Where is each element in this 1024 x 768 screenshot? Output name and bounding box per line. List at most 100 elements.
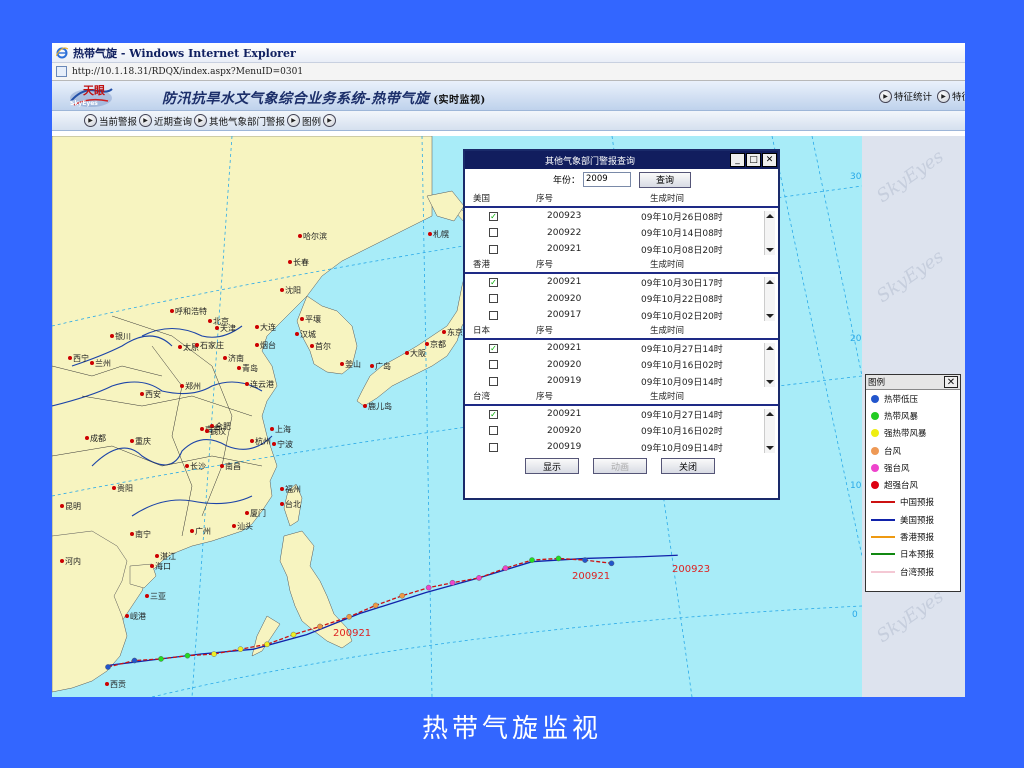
address-url[interactable]: http://10.1.18.31/RDQX/index.aspx?MenuID… [72, 67, 303, 77]
row-checkbox[interactable] [489, 376, 498, 386]
alert-query-dialog: 其他气象部门警报查询 _ □ ✕ 年份： 2009 查询 美国 序号 生成时间 ✓ 20… [463, 149, 780, 500]
track-point[interactable] [425, 584, 432, 591]
stat-button[interactable]: ▶ 特征统计 [879, 89, 932, 103]
legend-item: 超强台风 [866, 476, 960, 493]
city-dot [215, 326, 219, 330]
scrollbar[interactable] [764, 277, 775, 321]
agency-name: 日本 [473, 326, 491, 336]
row-time: 09年10月09日14时 [641, 443, 723, 454]
city-dot [300, 317, 304, 321]
track-point[interactable] [399, 592, 405, 599]
animate-button[interactable]: 动画 [593, 458, 647, 474]
track-point[interactable] [555, 555, 562, 562]
query-button[interactable]: 查询 [639, 171, 692, 188]
row-checkbox[interactable]: ✓ [489, 343, 498, 353]
system-name: 防汛抗旱水文气象综合业务系统-热带气旋 [162, 91, 430, 107]
city-label: 大连 [260, 322, 276, 332]
list-item[interactable]: 200917 09年10月02日20时 [465, 307, 778, 324]
list-item[interactable]: ✓ 200921 09年10月30日17时 [465, 274, 778, 291]
list-item[interactable]: 200920 09年10月16日02时 [465, 357, 778, 374]
legend-title: 图例 [868, 378, 886, 388]
city-dot [140, 392, 144, 396]
scroll-up-icon[interactable] [766, 346, 774, 350]
map-area[interactable]: 哈尔滨 长春 沈阳 呼和浩特 北京 天津 太原 石家庄 济南 大连 烟台 平壤 汉城 首尔 釜山 银川 西宁 兰州… [52, 136, 965, 697]
scrollbar[interactable] [764, 211, 775, 255]
scrollbar[interactable] [764, 343, 775, 387]
scroll-up-icon[interactable] [766, 280, 774, 284]
play-icon: ▶ [323, 114, 337, 127]
section-list: ✓ 200923 09年10月26日08时 200922 09年10月14日08时 200… [465, 206, 778, 256]
row-checkbox[interactable] [489, 360, 498, 370]
track-point[interactable] [476, 575, 482, 581]
track-point[interactable] [211, 651, 217, 657]
scroll-up-icon[interactable] [766, 412, 774, 416]
scroll-down-icon[interactable] [766, 248, 774, 252]
recent-query-button[interactable]: ▶ 近期查询 [139, 114, 192, 128]
close-button[interactable]: ✕ [762, 153, 777, 167]
list-item[interactable]: 200921 09年10月08日20时 [465, 241, 778, 258]
legend-line-icon [871, 570, 895, 573]
lat-label: 30 [850, 172, 862, 182]
row-checkbox[interactable]: ✓ [489, 277, 498, 287]
city-label: 大阪 [410, 348, 426, 358]
row-checkbox[interactable] [489, 310, 498, 320]
browser-window: 热带气旋 - Windows Internet Explorer http://… [52, 43, 965, 697]
track-point[interactable] [290, 631, 297, 638]
row-checkbox[interactable] [489, 244, 498, 254]
scroll-down-icon[interactable] [766, 446, 774, 450]
row-checkbox[interactable] [489, 442, 498, 452]
skyeyes-watermark: SkyEyes [872, 585, 948, 648]
legend-button[interactable]: ▶ 图例 ▶ [287, 114, 338, 128]
scroll-down-icon[interactable] [766, 380, 774, 384]
legend-label: 香港预报 [900, 533, 935, 544]
show-button[interactable]: 显示 [525, 458, 579, 474]
track-point[interactable] [608, 560, 615, 567]
legend-close-button[interactable]: ✕ [944, 376, 958, 388]
row-number: 200919 [547, 376, 582, 387]
track-point[interactable] [105, 664, 111, 670]
list-item[interactable]: ✓ 200921 09年10月27日14时 [465, 406, 778, 423]
track-point[interactable] [449, 579, 456, 586]
row-checkbox[interactable]: ✓ [489, 211, 498, 221]
list-item[interactable]: 200922 09年10月14日08时 [465, 225, 778, 242]
track-point[interactable] [317, 623, 323, 630]
list-item[interactable]: 200919 09年10月09日14时 [465, 373, 778, 390]
track-point[interactable] [264, 641, 270, 648]
play-icon: ▶ [287, 114, 301, 127]
feature-button[interactable]: ▶特征 [937, 89, 965, 103]
list-item[interactable]: ✓ 200923 09年10月26日08时 [465, 208, 778, 225]
row-checkbox[interactable]: ✓ [489, 409, 498, 419]
current-alert-button[interactable]: ▶ 当前警报 [84, 114, 137, 128]
minimize-button[interactable]: _ [730, 153, 745, 167]
scroll-up-icon[interactable] [766, 214, 774, 218]
track-point[interactable] [372, 602, 379, 609]
scrollbar[interactable] [764, 409, 775, 453]
track-point[interactable] [131, 657, 138, 664]
city-dot [200, 427, 204, 431]
list-item[interactable]: 200920 09年10月22日08时 [465, 291, 778, 308]
list-item[interactable]: 200920 09年10月16日02时 [465, 423, 778, 440]
row-checkbox[interactable] [489, 294, 498, 304]
track-point[interactable] [184, 652, 191, 659]
legend-item: 热带低压 [866, 390, 960, 407]
col-time-header: 生成时间 [649, 260, 684, 270]
close-dialog-button[interactable]: 关闭 [661, 458, 715, 474]
track-point[interactable] [529, 557, 535, 563]
track-point[interactable] [582, 557, 588, 563]
scroll-down-icon[interactable] [766, 314, 774, 318]
track-point[interactable] [346, 613, 352, 620]
track-point[interactable] [237, 646, 244, 652]
dialog-footer: 显示 动画 关闭 [465, 458, 778, 474]
legend-label: 超强台风 [884, 481, 919, 492]
track-point[interactable] [502, 565, 509, 571]
address-bar[interactable]: http://10.1.18.31/RDQX/index.aspx?MenuID… [52, 63, 965, 81]
list-item[interactable]: ✓ 200921 09年10月27日14时 [465, 340, 778, 357]
year-input[interactable]: 2009 [583, 172, 632, 187]
col-no-header: 序号 [535, 392, 553, 402]
row-checkbox[interactable] [489, 426, 498, 436]
other-dept-alert-button[interactable]: ▶ 其他气象部门警报 [194, 114, 285, 128]
maximize-button[interactable]: □ [746, 153, 761, 167]
row-checkbox[interactable] [489, 228, 498, 238]
track-point[interactable] [158, 656, 164, 662]
list-item[interactable]: 200919 09年10月09日14时 [465, 439, 778, 456]
